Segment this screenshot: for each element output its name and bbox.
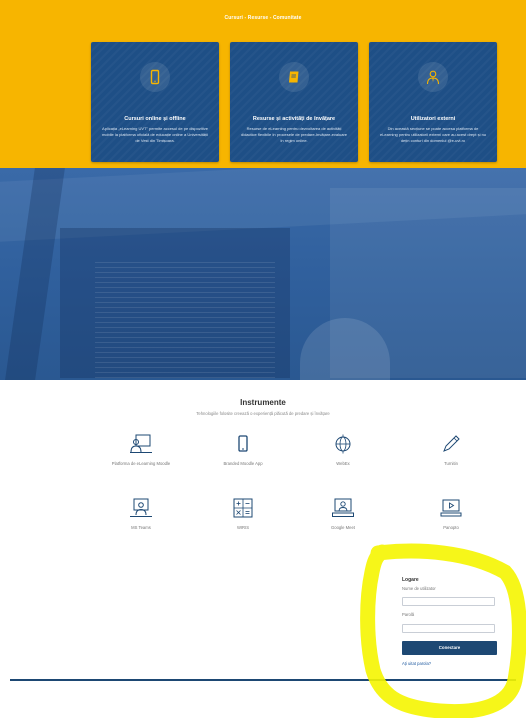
tool-label: WIRIS: [236, 525, 250, 530]
instruments-subtitle: Tehnologiile folosite creează o experien…: [196, 411, 330, 416]
login-title: Logare: [402, 577, 419, 583]
tool-moodle[interactable]: Platforma de eLearning Moodle: [86, 434, 196, 466]
tool-turnitin[interactable]: Turnitin: [396, 434, 506, 466]
tool-label: Branded Moodle App: [223, 461, 263, 466]
play-screen-icon: [440, 499, 462, 517]
tool-branded-app[interactable]: Branded Moodle App: [188, 434, 298, 466]
mobile-icon: [238, 435, 248, 452]
username-label: Nume de utilizator: [402, 586, 436, 591]
login-button[interactable]: Conectare: [402, 641, 497, 655]
card-resources[interactable]: Resurse și activități de învățare Resurs…: [230, 42, 358, 162]
teams-icon: [130, 498, 152, 517]
card-title: Utilizatori externi: [410, 116, 456, 122]
tool-webex[interactable]: WebEx: [288, 434, 398, 466]
tool-panopto[interactable]: Panopto: [396, 498, 506, 530]
footer-divider: [10, 679, 516, 681]
card-text: Din această secțiune se poate accesa pla…: [379, 126, 487, 143]
hero-photo: [0, 168, 526, 380]
phone-icon: [140, 62, 170, 92]
card-title: Resurse și activități de învățare: [252, 116, 336, 122]
video-call-icon: [332, 498, 354, 517]
tool-label: WebEx: [336, 461, 350, 466]
card-text: Resurse de eLearning pentru dezvoltarea …: [240, 126, 348, 143]
teacher-screen-icon: [130, 434, 152, 453]
card-external-users[interactable]: Utilizatori externi Din această secțiune…: [369, 42, 497, 162]
instruments-title: Instrumente: [240, 398, 286, 407]
tool-google-meet[interactable]: Google Meet: [288, 498, 398, 530]
card-text: Aplicația „eLearning UVT" permite accesu…: [101, 126, 209, 143]
tool-wiris[interactable]: WIRIS: [188, 498, 298, 530]
banner-subtitle: Cursuri - Resurse - Comunitate: [224, 15, 302, 21]
card-title: Cursuri online și offline: [124, 116, 186, 122]
pen-icon: [443, 435, 460, 452]
tool-label: Panopto: [443, 525, 459, 530]
forgot-password-link[interactable]: Ați uitat parola?: [402, 661, 431, 666]
tool-label: MS Teams: [131, 525, 151, 530]
username-input[interactable]: [402, 597, 495, 606]
book-icon: [279, 62, 309, 92]
password-label: Parolă: [402, 612, 415, 617]
features-banner: Cursuri - Resurse - Comunitate Cursuri o…: [0, 0, 526, 178]
password-input[interactable]: [402, 624, 495, 633]
tool-label: Turnitin: [444, 461, 458, 466]
user-tie-icon: [418, 62, 448, 92]
webex-icon: [335, 434, 351, 454]
tool-label: Platforma de eLearning Moodle: [111, 461, 171, 466]
math-icon: [233, 498, 253, 518]
tool-label: Google Meet: [331, 525, 355, 530]
card-courses[interactable]: Cursuri online și offline Aplicația „eLe…: [91, 42, 219, 162]
tool-ms-teams[interactable]: MS Teams: [86, 498, 196, 530]
